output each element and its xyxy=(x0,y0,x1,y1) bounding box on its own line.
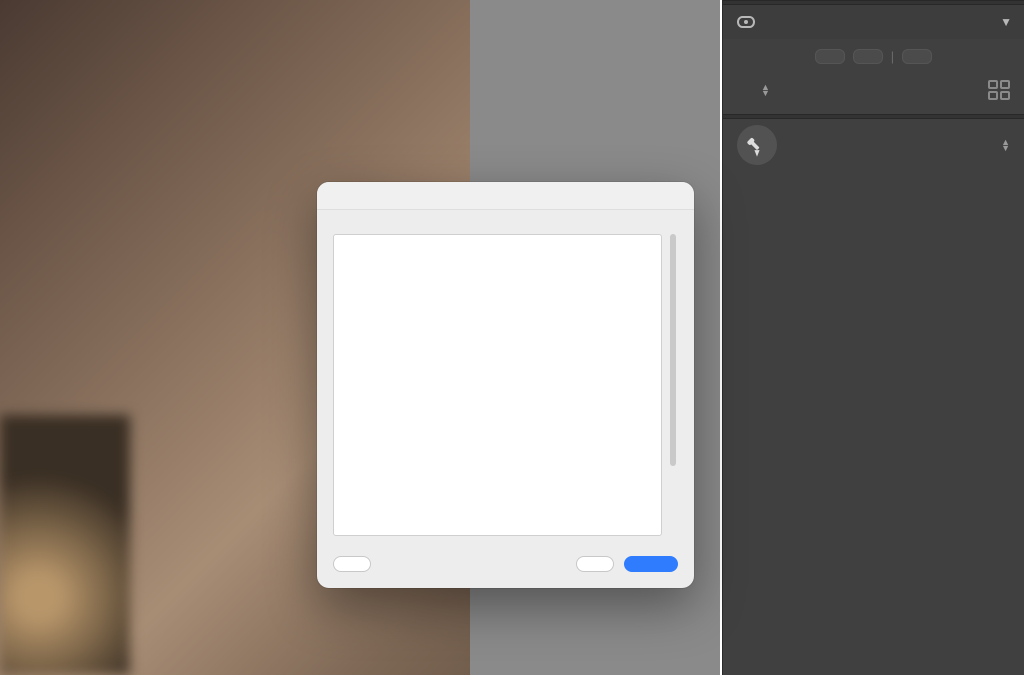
bw-button[interactable] xyxy=(853,49,883,64)
chevron-down-icon[interactable]: ▼ xyxy=(1000,15,1012,29)
tone-sliders xyxy=(723,189,1024,197)
dialog-title xyxy=(317,182,694,210)
dialog-instructions xyxy=(317,210,694,234)
cancel-button[interactable] xyxy=(576,556,614,572)
wb-stepper[interactable]: ▲▼ xyxy=(1001,139,1010,151)
pill-divider: | xyxy=(891,49,894,64)
eye-icon[interactable] xyxy=(737,16,755,28)
presence-sliders xyxy=(723,207,1024,215)
default-order-button[interactable] xyxy=(333,556,371,572)
scrollbar[interactable] xyxy=(668,234,678,536)
profile-stepper[interactable]: ▲▼ xyxy=(761,84,770,96)
eyedropper-icon xyxy=(741,129,772,160)
white-balance-picker[interactable] xyxy=(737,125,777,165)
auto-button[interactable] xyxy=(815,49,845,64)
dialog-button-row xyxy=(317,544,694,588)
scrollbar-thumb[interactable] xyxy=(670,234,676,466)
profile-row: ▲▼ xyxy=(723,74,1024,114)
panel-list[interactable] xyxy=(333,234,662,536)
profile-browser-icon[interactable] xyxy=(988,80,1010,100)
save-button[interactable] xyxy=(624,556,678,572)
hdr-button[interactable] xyxy=(902,49,932,64)
white-balance-row: ▲▼ xyxy=(723,119,1024,171)
develop-panel: ▼ | ▲▼ ▲▼ xyxy=(722,0,1024,675)
customize-develop-dialog xyxy=(317,182,694,588)
basic-panel-header[interactable]: ▼ xyxy=(723,5,1024,39)
treatment-row: | xyxy=(723,39,1024,74)
wb-sliders xyxy=(723,171,1024,179)
saturation-sliders xyxy=(723,225,1024,233)
